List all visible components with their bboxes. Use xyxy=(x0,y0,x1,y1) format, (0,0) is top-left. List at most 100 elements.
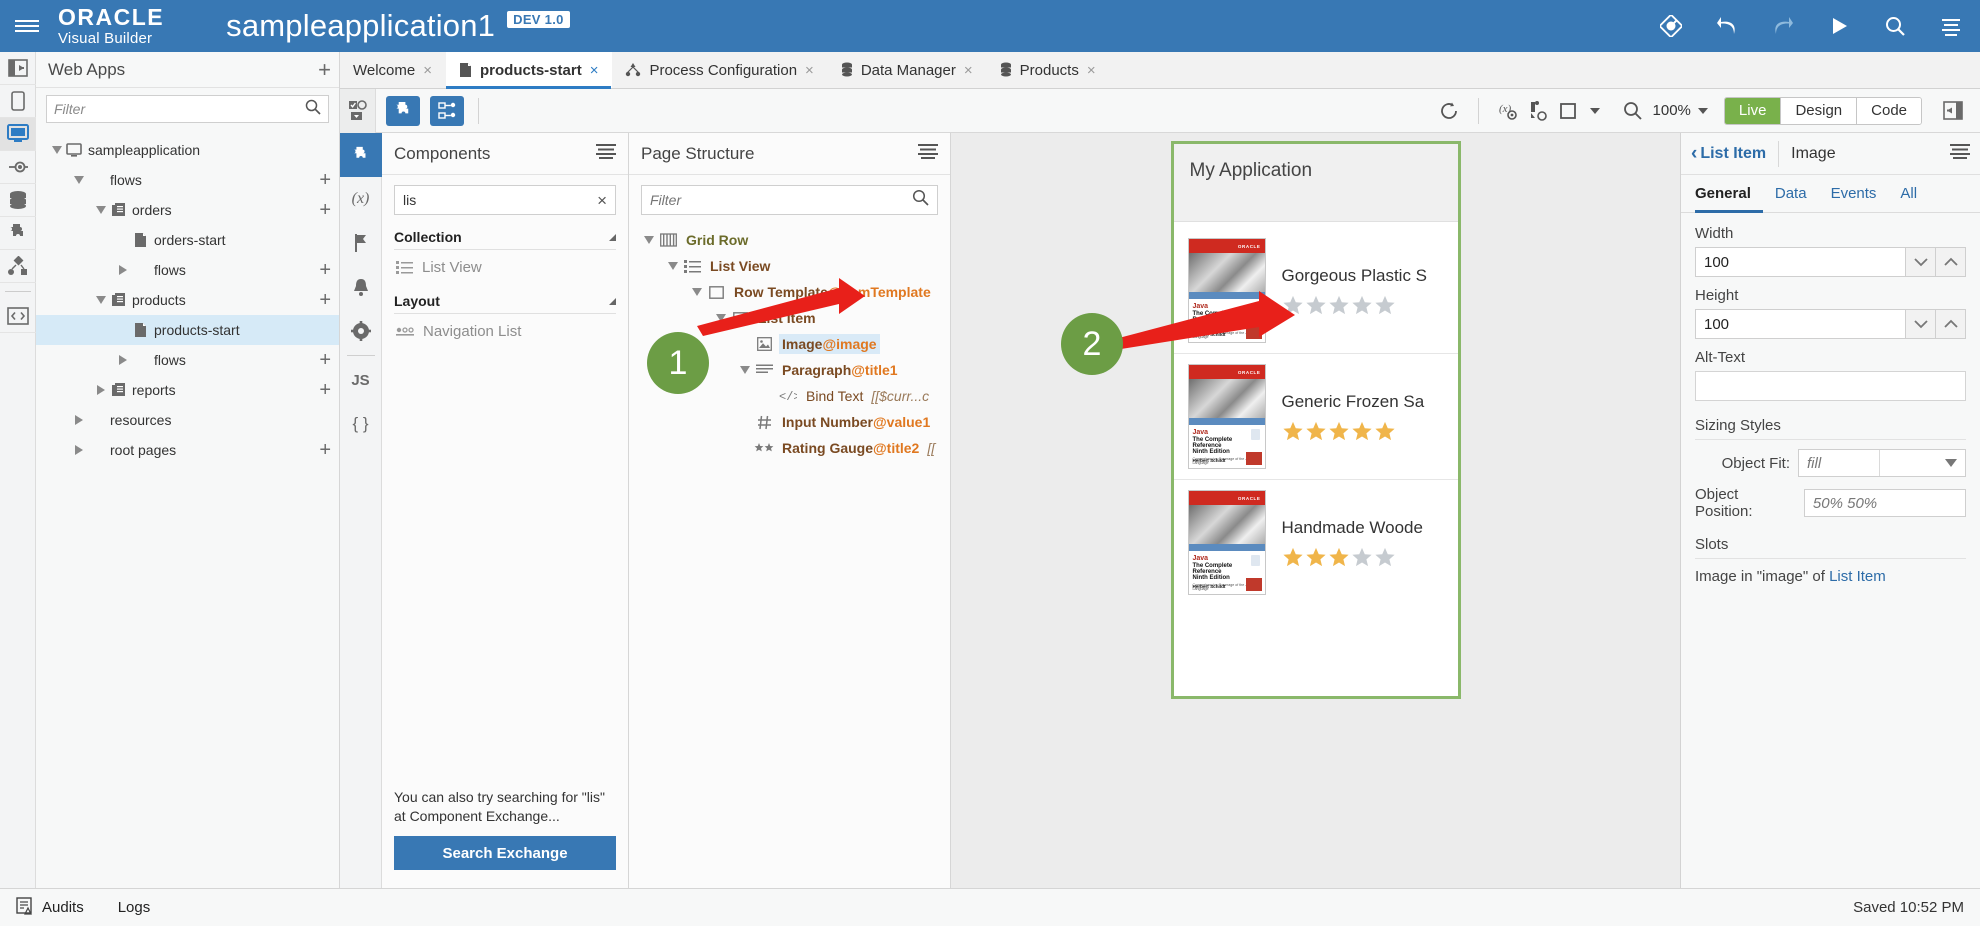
properties-tab-events[interactable]: Events xyxy=(1819,175,1889,213)
alt-text-input[interactable] xyxy=(1695,371,1966,401)
tree-item-sampleapplication[interactable]: sampleapplication xyxy=(36,135,339,165)
clear-search-icon[interactable]: × xyxy=(597,192,607,209)
structure-node-list-view[interactable]: List View xyxy=(629,253,950,279)
web-apps-filter-box[interactable] xyxy=(46,95,329,123)
editor-tab-process-configuration[interactable]: Process Configuration × xyxy=(612,52,828,88)
tree-twisty[interactable] xyxy=(94,385,108,395)
device-icon[interactable] xyxy=(1553,96,1583,126)
collapse-panel-icon[interactable] xyxy=(0,52,36,85)
chevron-down-icon[interactable] xyxy=(692,288,702,296)
zoom-chevron-down-icon[interactable] xyxy=(1697,107,1708,114)
close-tab-icon[interactable]: × xyxy=(590,62,599,79)
undo-icon[interactable] xyxy=(1714,13,1740,39)
structure-twisty[interactable] xyxy=(689,288,705,296)
tree-item-orders[interactable]: orders + xyxy=(36,195,339,225)
editor-tab-products-start[interactable]: products-start × xyxy=(446,52,613,89)
chevron-down-icon[interactable] xyxy=(740,366,750,374)
structure-node-list-item[interactable]: List Item xyxy=(629,305,950,331)
json-tab-icon[interactable]: { } xyxy=(340,402,382,446)
width-input[interactable]: 100 xyxy=(1695,247,1906,277)
properties-menu-icon[interactable] xyxy=(1950,143,1970,164)
search-icon[interactable] xyxy=(912,189,929,211)
structure-twisty[interactable] xyxy=(737,366,753,374)
rating-star[interactable] xyxy=(1305,294,1327,316)
add-item-button[interactable]: + xyxy=(319,290,331,310)
structure-node-grid-row[interactable]: Grid Row xyxy=(629,227,950,253)
tree-twisty[interactable] xyxy=(94,206,108,214)
mode-code-button[interactable]: Code xyxy=(1856,97,1921,124)
add-web-app-button[interactable]: + xyxy=(318,58,331,81)
add-item-button[interactable]: + xyxy=(319,350,331,370)
web-apps-filter-input[interactable] xyxy=(54,101,305,117)
tree-twisty[interactable] xyxy=(94,296,108,304)
slot-parent-link[interactable]: List Item xyxy=(1829,568,1886,585)
rating-star[interactable] xyxy=(1351,420,1373,442)
properties-back-button[interactable]: ‹ List Item xyxy=(1691,143,1766,165)
properties-tab-general[interactable]: General xyxy=(1695,175,1763,213)
components-palette-button[interactable] xyxy=(386,95,420,126)
flags-tab-icon[interactable] xyxy=(340,221,382,265)
refresh-icon[interactable] xyxy=(1434,96,1464,126)
product-image[interactable]: ORACLE Java The Complete Reference Ninth Ed… xyxy=(1187,364,1266,469)
product-rating[interactable] xyxy=(1282,420,1444,442)
components-menu-icon[interactable] xyxy=(596,143,616,164)
structure-node-row-template[interactable]: Row Template@itemTemplate xyxy=(629,279,950,305)
chevron-down-icon[interactable] xyxy=(96,296,106,304)
chevron-down-icon[interactable] xyxy=(52,146,62,154)
device-chevron-down-icon[interactable] xyxy=(1589,107,1600,114)
add-item-button[interactable]: + xyxy=(319,260,331,280)
tree-item-orders-start[interactable]: orders-start xyxy=(36,225,339,255)
editor-tab-welcome[interactable]: Welcome × xyxy=(340,52,447,88)
preview-list-item[interactable]: ORACLE Java The Complete Reference Ninth Ed… xyxy=(1174,228,1458,353)
chevron-down-icon[interactable] xyxy=(96,206,106,214)
rating-star[interactable] xyxy=(1351,546,1373,568)
tree-item-root-pages[interactable]: root pages + xyxy=(36,435,339,465)
page-structure-filter-input[interactable] xyxy=(650,192,912,208)
main-menu-icon[interactable] xyxy=(0,17,54,35)
tree-twisty[interactable] xyxy=(72,176,86,184)
rating-star[interactable] xyxy=(1374,420,1396,442)
search-icon[interactable] xyxy=(305,99,321,120)
chevron-right-icon[interactable] xyxy=(119,355,127,365)
mode-live-button[interactable]: Live xyxy=(1724,97,1781,124)
product-rating[interactable] xyxy=(1282,294,1444,316)
width-stepper[interactable]: 100 xyxy=(1695,247,1966,277)
run-icon[interactable] xyxy=(1826,13,1852,39)
settings-tab-icon[interactable] xyxy=(340,309,382,353)
zoom-level[interactable]: 100% xyxy=(1653,102,1691,119)
selection-dropdown-icon[interactable] xyxy=(340,88,376,133)
chevron-right-icon[interactable] xyxy=(119,265,127,275)
redo-icon[interactable] xyxy=(1770,13,1796,39)
tree-item-reports[interactable]: reports + xyxy=(36,375,339,405)
properties-tab-data[interactable]: Data xyxy=(1763,175,1819,213)
rating-star[interactable] xyxy=(1282,546,1304,568)
width-decrement-button[interactable] xyxy=(1906,247,1936,277)
structure-twisty[interactable] xyxy=(641,236,657,244)
page-structure-menu-icon[interactable] xyxy=(918,143,938,164)
add-item-button[interactable]: + xyxy=(319,380,331,400)
product-rating[interactable] xyxy=(1282,546,1444,568)
preview-list-item[interactable]: ORACLE Java The Complete Reference Ninth Ed… xyxy=(1173,353,1458,479)
editor-tab-products[interactable]: Products × xyxy=(986,52,1110,88)
events-tab-icon[interactable] xyxy=(340,265,382,309)
search-icon[interactable] xyxy=(1882,13,1908,39)
options-menu-icon[interactable] xyxy=(1938,13,1964,39)
actions-icon[interactable] xyxy=(1523,96,1553,126)
rating-star[interactable] xyxy=(1374,546,1396,568)
business-objects-icon[interactable] xyxy=(0,184,36,217)
chevron-down-icon[interactable] xyxy=(644,236,654,244)
structure-node-input-number[interactable]: Input Number@value1 xyxy=(629,409,950,435)
variables-tab-icon[interactable]: (x) xyxy=(340,177,382,221)
close-tab-icon[interactable]: × xyxy=(805,62,814,79)
javascript-tab-icon[interactable]: JS xyxy=(340,358,382,402)
object-position-input[interactable]: 50% 50% xyxy=(1803,489,1966,517)
audits-button[interactable]: Audits xyxy=(16,896,84,919)
logs-button[interactable]: Logs xyxy=(118,899,151,916)
mode-design-button[interactable]: Design xyxy=(1780,97,1857,124)
width-increment-button[interactable] xyxy=(1936,247,1966,277)
web-apps-icon[interactable] xyxy=(0,118,36,151)
structure-node-rating-gauge[interactable]: Rating Gauge@title2 [[ xyxy=(629,435,950,461)
height-stepper[interactable]: 100 xyxy=(1695,309,1966,339)
tree-item-resources[interactable]: resources xyxy=(36,405,339,435)
mobile-apps-icon[interactable] xyxy=(0,85,36,118)
